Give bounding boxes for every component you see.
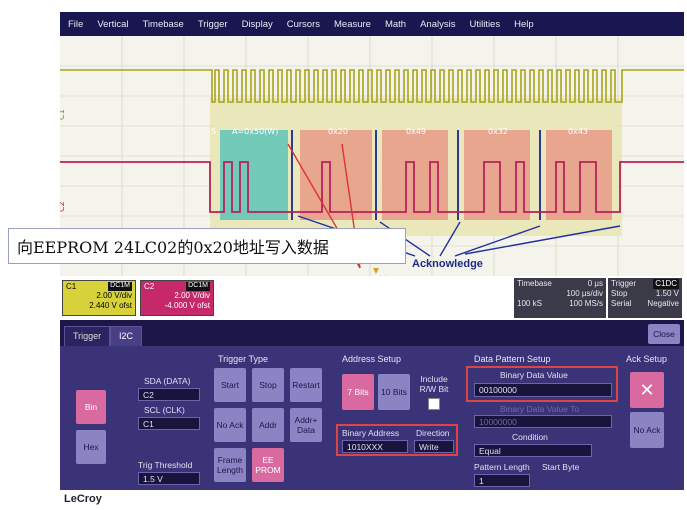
trigger-no-ack-button[interactable]: No Ack [214, 408, 246, 442]
menu-display[interactable]: Display [242, 19, 273, 30]
sda-label: SDA (DATA) [144, 376, 191, 386]
trigger-eeprom-button[interactable]: EE PROM [252, 448, 284, 482]
scl-source-field[interactable]: C1 [138, 417, 200, 430]
trigger-descriptor[interactable]: Trigger C1DC Stop 1.50 V Serial Negative [608, 278, 682, 318]
c2-name: C2 [144, 282, 155, 291]
tab-trigger[interactable]: Trigger [64, 326, 111, 346]
c2-coupling: DC1M [186, 282, 210, 291]
data-pattern-title: Data Pattern Setup [474, 354, 551, 364]
binary-data-value-label: Binary Data Value [500, 370, 568, 380]
decode-label-byte-2: 0x49 [406, 127, 426, 136]
trigger-start-button[interactable]: Start [214, 368, 246, 402]
menu-vertical[interactable]: Vertical [97, 19, 128, 30]
menu-trigger[interactable]: Trigger [198, 19, 228, 30]
sda-source-field[interactable]: C2 [138, 388, 200, 401]
menu-utilities[interactable]: Utilities [469, 19, 500, 30]
decode-segment-byte-3[interactable] [464, 130, 530, 220]
decode-segment-byte-1[interactable] [300, 130, 372, 220]
channel-strip: C1 DC1M 2.00 V/div 2.440 V ofst C2 DC1M 2.… [60, 276, 684, 320]
tab-i2c[interactable]: I2C [110, 326, 143, 346]
pattern-length-field[interactable]: 1 [474, 474, 530, 487]
binary-address-field[interactable]: 1010XXX [342, 440, 408, 453]
close-button[interactable]: Close [648, 324, 680, 344]
trigger-source: C1DC [653, 279, 679, 289]
binary-data-value-field[interactable]: 00100000 [474, 383, 612, 397]
hex-button[interactable]: Hex [76, 430, 106, 464]
caption-box: 向EEPROM 24LC02的0x20地址写入数据 [8, 228, 406, 264]
direction-label: Direction [416, 428, 450, 438]
ack-disable-button[interactable]: ✕ [630, 372, 664, 408]
trigger-addr-data-button[interactable]: Addr+ Data [290, 408, 322, 442]
pattern-length-label: Pattern Length [474, 462, 530, 472]
close-x-icon: ✕ [639, 379, 655, 400]
threshold-field[interactable]: 1.5 V [138, 472, 200, 485]
trigger-type-title: Trigger Type [218, 354, 269, 364]
binary-data-value-to-label: Binary Data Value To [500, 404, 580, 414]
menu-timebase[interactable]: Timebase [142, 19, 183, 30]
c1-marker: C1 [60, 109, 66, 120]
trigger-slope: Negative [647, 299, 679, 308]
decode-label-byte-1: 0x20 [328, 127, 348, 136]
trigger-restart-button[interactable]: Restart [290, 368, 322, 402]
trigger-title: Trigger [611, 279, 637, 288]
c2-marker: C2 [60, 201, 66, 212]
threshold-label: Trig Threshold [138, 460, 193, 470]
menu-analysis[interactable]: Analysis [420, 19, 455, 30]
c1-name: C1 [66, 282, 77, 291]
menu-bar: File Vertical Timebase Trigger Display C… [60, 12, 684, 36]
decode-label-start: S [211, 127, 216, 136]
include-rw-checkbox[interactable] [428, 398, 440, 410]
menu-measure[interactable]: Measure [334, 19, 371, 30]
c1-scl-trace [60, 69, 684, 103]
trigger-addr-button[interactable]: Addr [252, 408, 284, 442]
direction-field[interactable]: Write [414, 440, 454, 453]
timebase-samples: 100 kS [517, 299, 542, 308]
binary-data-value-to-field[interactable]: 10000000 [474, 415, 612, 428]
decode-label-byte-3: 0x32 [488, 127, 508, 136]
trigger-frame-length-button[interactable]: Frame Length [214, 448, 246, 482]
c2-offset: -4.000 V ofst [164, 301, 210, 310]
seven-bits-button[interactable]: 7 Bits [342, 374, 374, 410]
binary-address-label: Binary Address [342, 428, 400, 438]
ack-setup-title: Ack Setup [626, 354, 668, 364]
trigger-marker-icon [373, 268, 379, 274]
c2-vdiv: 2.00 V/div [174, 291, 210, 300]
timebase-delay: 0 µs [587, 279, 603, 288]
include-rw-label: Include R/W Bit [419, 374, 449, 394]
trigger-mode: Stop [611, 289, 628, 298]
timebase-tdiv: 100 µs/div [566, 289, 603, 298]
ack-no-ack-button[interactable]: No Ack [630, 412, 664, 448]
decode-label-address: A=0x50(W) [232, 127, 278, 136]
decode-label-byte-4: 0x43 [568, 127, 588, 136]
caption-text: 向EEPROM 24LC02的0x20地址写入数据 [17, 238, 329, 257]
scl-label: SCL (CLK) [144, 405, 185, 415]
menu-file[interactable]: File [68, 19, 83, 30]
bin-button[interactable]: Bin [76, 390, 106, 424]
timebase-descriptor[interactable]: Timebase 0 µs 100 µs/div 100 kS 100 MS/s [514, 278, 606, 318]
c1-vdiv: 2.00 V/div [96, 291, 132, 300]
c1-descriptor[interactable]: C1 DC1M 2.00 V/div 2.440 V ofst [62, 280, 136, 316]
brand-logo: LeCroy [64, 493, 102, 505]
acknowledge-label: Acknowledge [412, 258, 483, 270]
condition-field[interactable]: Equal [474, 444, 592, 457]
trigger-level: 1.50 V [655, 289, 679, 298]
address-setup-title: Address Setup [342, 354, 402, 364]
menu-help[interactable]: Help [514, 19, 534, 30]
menu-math[interactable]: Math [385, 19, 406, 30]
c2-descriptor[interactable]: C2 DC1M 2.00 V/div -4.000 V ofst [140, 280, 214, 316]
trigger-type: Serial [611, 299, 632, 308]
trigger-setup-panel: Trigger I2C Close Bin Hex SDA (DATA) C2 … [60, 320, 684, 490]
timebase-rate: 100 MS/s [569, 299, 603, 308]
ten-bits-button[interactable]: 10 Bits [378, 374, 410, 410]
decode-segment-address[interactable] [220, 130, 288, 220]
c1-coupling: DC1M [108, 282, 132, 291]
condition-label: Condition [512, 432, 548, 442]
menu-cursors[interactable]: Cursors [287, 19, 320, 30]
start-byte-label: Start Byte [542, 462, 580, 472]
panel-body: Bin Hex SDA (DATA) C2 SCL (CLK) C1 Trig … [60, 346, 684, 490]
timebase-title: Timebase [517, 279, 552, 288]
c1-offset: 2.440 V ofst [89, 301, 132, 310]
trigger-stop-button[interactable]: Stop [252, 368, 284, 402]
